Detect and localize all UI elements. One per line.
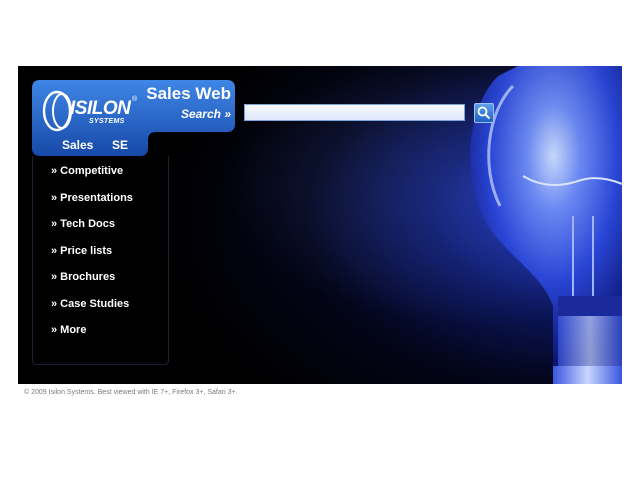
search-button[interactable] bbox=[474, 103, 494, 123]
nav-item-price-lists[interactable]: » Price lists bbox=[51, 245, 112, 257]
nav-item-tech-docs[interactable]: » Tech Docs bbox=[51, 218, 115, 230]
site-title: Sales Web bbox=[146, 84, 231, 103]
brand-header: ISILON ® SYSTEMS Sales Web Search » Sale… bbox=[32, 80, 235, 156]
nav-item-more[interactable]: » More bbox=[51, 324, 86, 336]
logo-subtitle: SYSTEMS bbox=[89, 118, 125, 125]
isilon-logo-icon bbox=[42, 90, 72, 132]
hero-stage: ISILON ® SYSTEMS Sales Web Search » Sale… bbox=[18, 66, 622, 384]
logo-wordmark: ISILON bbox=[70, 98, 131, 119]
nav-item-case-studies[interactable]: » Case Studies bbox=[51, 298, 129, 310]
search-input[interactable] bbox=[244, 104, 465, 121]
magnifier-icon bbox=[477, 106, 491, 120]
sidebar-nav: » Competitive » Presentations » Tech Doc… bbox=[32, 156, 169, 365]
tab-sales[interactable]: Sales bbox=[62, 138, 93, 152]
tab-se[interactable]: SE bbox=[112, 138, 128, 152]
nav-item-presentations[interactable]: » Presentations bbox=[51, 192, 133, 204]
footer-copyright: © 2009 Isilon Systems. Best viewed with … bbox=[24, 389, 238, 396]
search-label: Search » bbox=[180, 107, 231, 121]
nav-item-competitive[interactable]: » Competitive bbox=[51, 165, 123, 177]
nav-item-brochures[interactable]: » Brochures bbox=[51, 271, 115, 283]
registered-mark: ® bbox=[132, 96, 138, 103]
